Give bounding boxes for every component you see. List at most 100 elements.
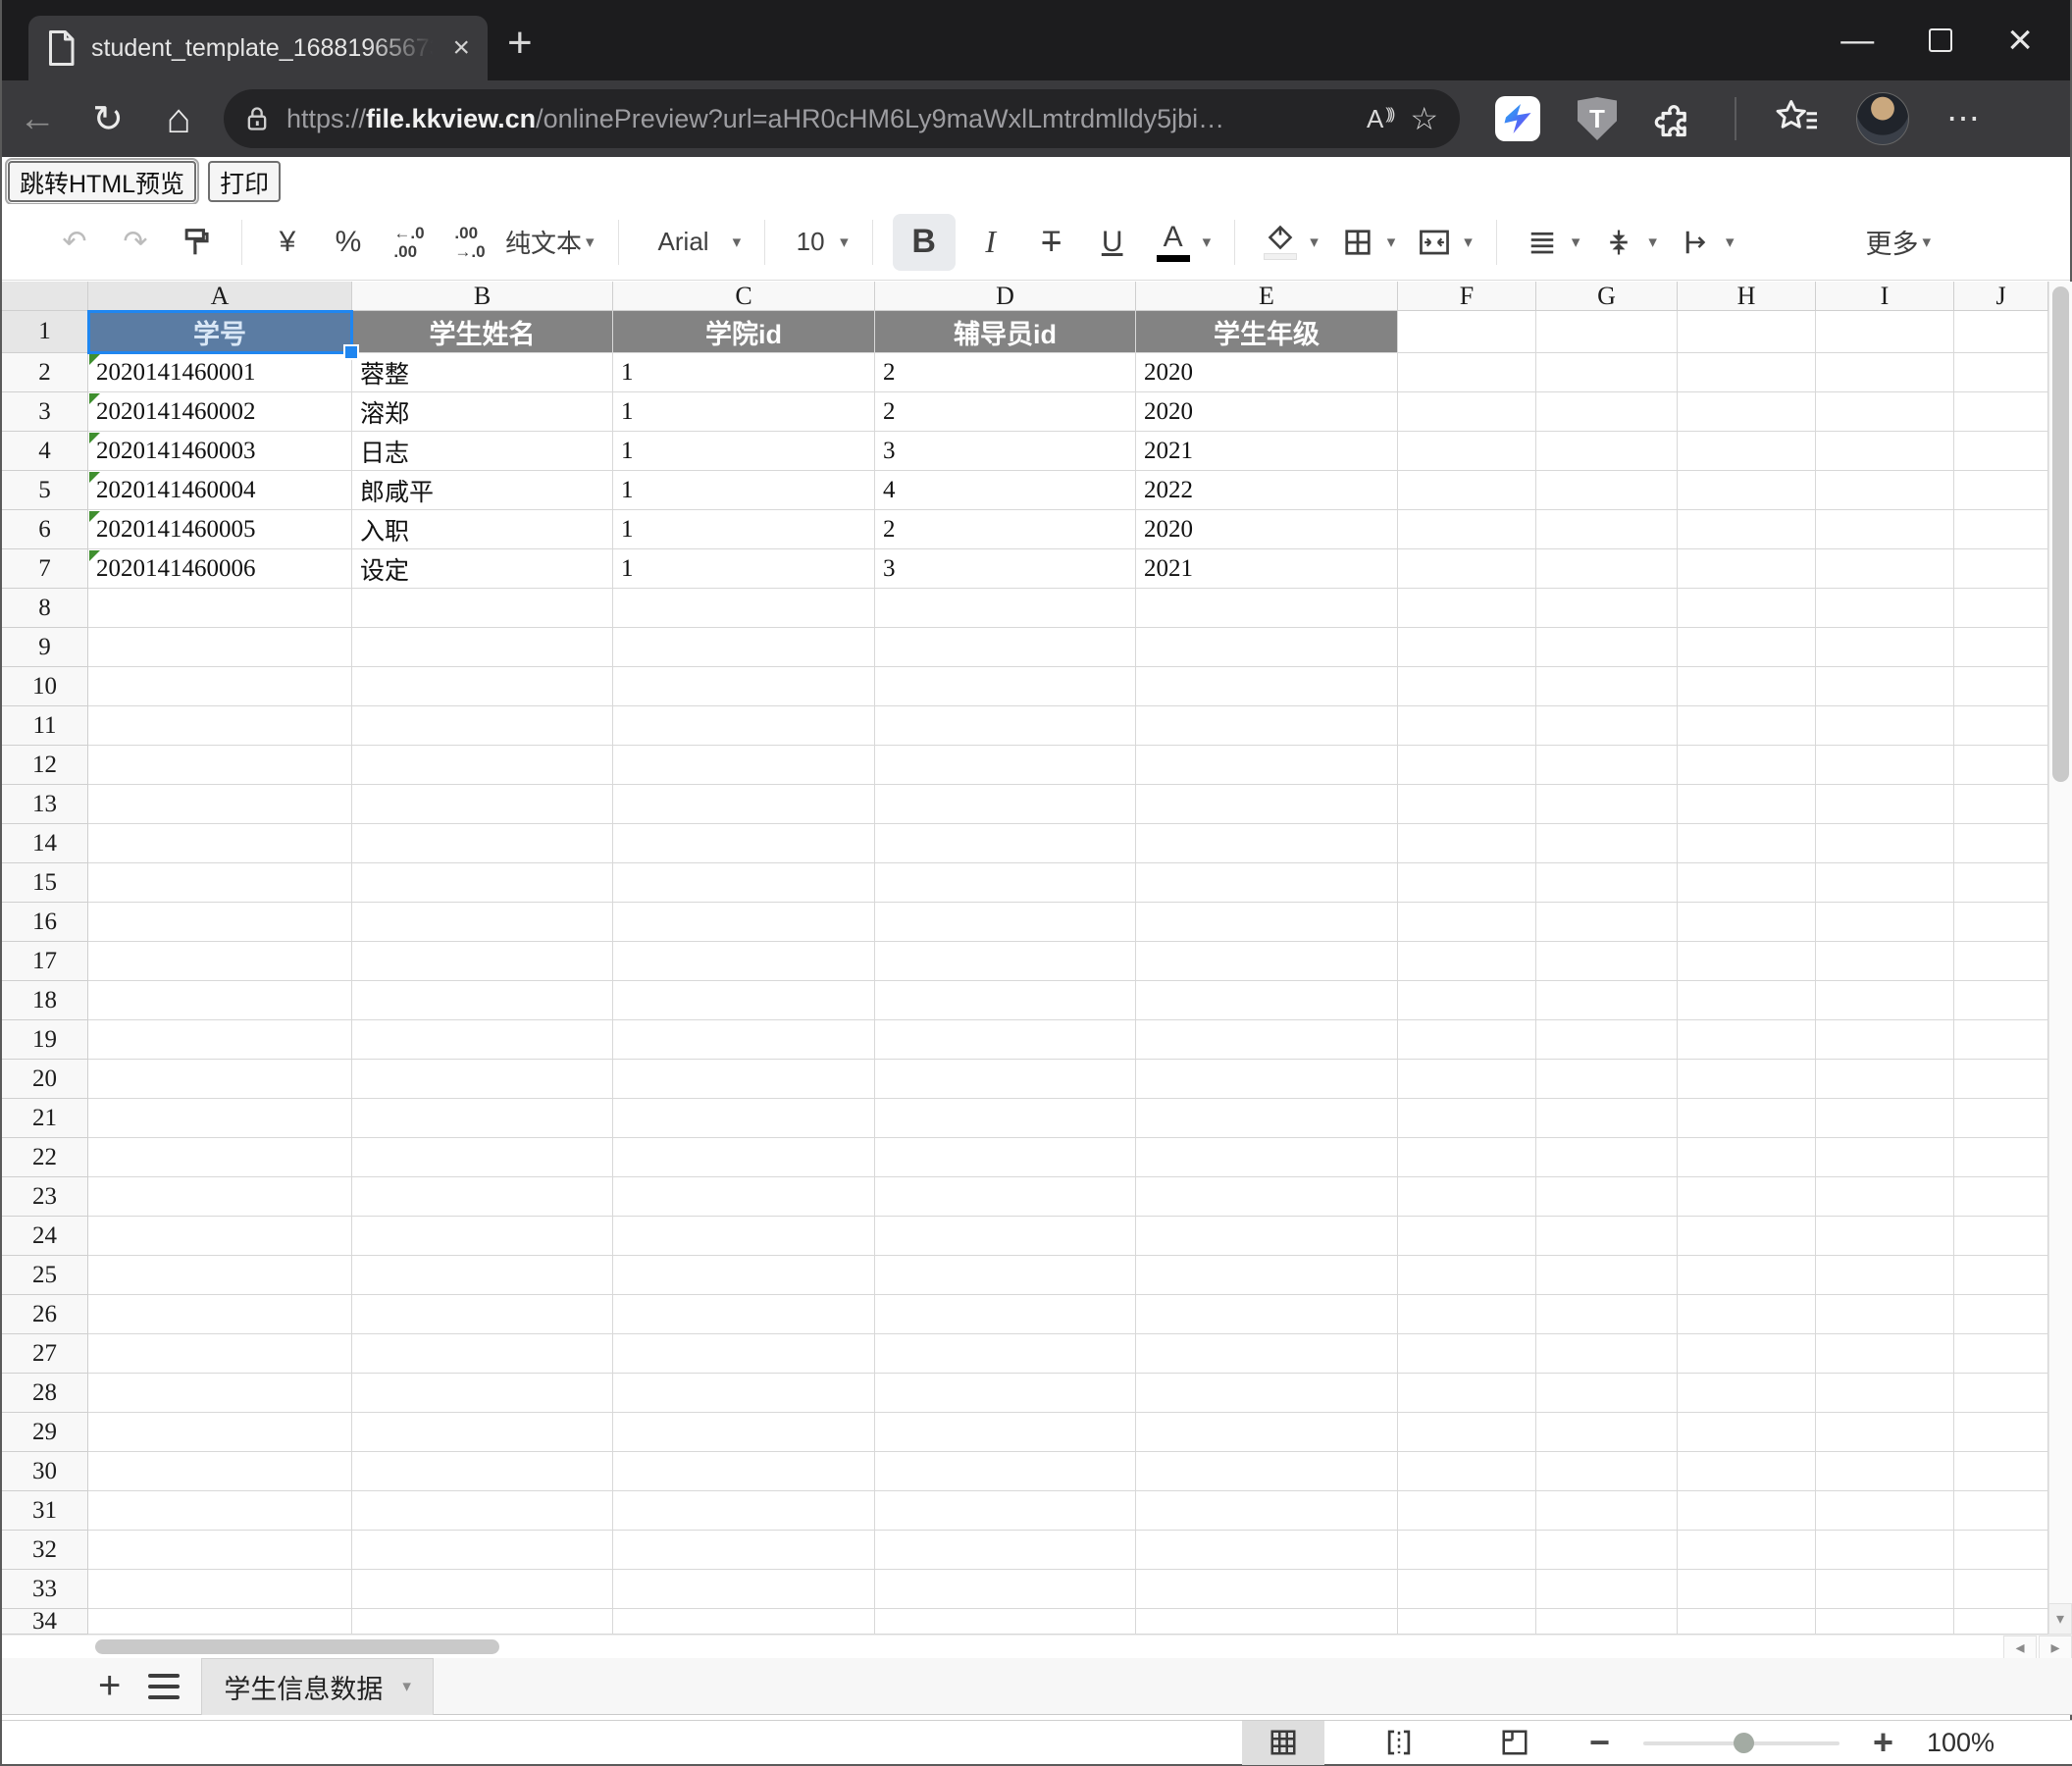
cell[interactable]: [1136, 746, 1398, 785]
cell[interactable]: [1136, 667, 1398, 706]
cell[interactable]: [1678, 1374, 1816, 1413]
scroll-down-button[interactable]: ▾: [2048, 1603, 2072, 1635]
chevron-down-icon[interactable]: ▾: [1648, 233, 1657, 252]
data-cell[interactable]: 2: [875, 353, 1136, 392]
cell[interactable]: [1536, 549, 1678, 589]
cell[interactable]: [1678, 1138, 1816, 1177]
cell[interactable]: [1954, 1138, 2048, 1177]
cell[interactable]: [1398, 1531, 1536, 1570]
data-cell[interactable]: 2020: [1136, 353, 1398, 392]
cell[interactable]: [1536, 1060, 1678, 1099]
row-header[interactable]: 8: [2, 589, 88, 628]
page-break-view-button[interactable]: [1358, 1721, 1440, 1765]
cell[interactable]: [1816, 392, 1954, 432]
url-bar[interactable]: https://file.kkview.cn/onlinePreview?url…: [224, 89, 1460, 148]
cell[interactable]: [1136, 1177, 1398, 1217]
cell[interactable]: [875, 1217, 1136, 1256]
cell[interactable]: [1678, 510, 1816, 549]
cell[interactable]: [1536, 667, 1678, 706]
strikethrough-button[interactable]: T: [1026, 214, 1077, 271]
cell[interactable]: [1816, 1256, 1954, 1295]
cell[interactable]: [613, 863, 875, 903]
cell[interactable]: [1678, 942, 1816, 981]
cell[interactable]: [875, 1570, 1136, 1609]
cell[interactable]: [88, 785, 352, 824]
column-header[interactable]: C: [613, 282, 875, 311]
format-painter-icon[interactable]: [171, 214, 222, 271]
cell[interactable]: [1816, 1609, 1954, 1635]
cell[interactable]: [875, 589, 1136, 628]
cell[interactable]: [1954, 706, 2048, 746]
cell[interactable]: [1398, 1491, 1536, 1531]
cell[interactable]: [1678, 471, 1816, 510]
html-preview-button[interactable]: 跳转HTML预览: [8, 161, 196, 202]
cell[interactable]: [1536, 1374, 1678, 1413]
cell[interactable]: [1816, 353, 1954, 392]
data-cell[interactable]: 2020141460003: [88, 432, 352, 471]
cell[interactable]: [1678, 1413, 1816, 1452]
cell[interactable]: [1678, 785, 1816, 824]
favorite-star-icon[interactable]: ☆: [1410, 100, 1438, 137]
cell[interactable]: [1398, 628, 1536, 667]
cell[interactable]: [88, 1256, 352, 1295]
chevron-down-icon[interactable]: ▾: [402, 1677, 411, 1696]
cell[interactable]: [875, 628, 1136, 667]
cell[interactable]: [88, 1570, 352, 1609]
cell[interactable]: [352, 1256, 613, 1295]
header-cell[interactable]: 学生年级: [1136, 311, 1398, 353]
cell[interactable]: [875, 1413, 1136, 1452]
data-cell[interactable]: 2020141460004: [88, 471, 352, 510]
cell[interactable]: [1136, 1374, 1398, 1413]
text-wrap-button[interactable]: [1671, 214, 1722, 271]
column-header[interactable]: B: [352, 282, 613, 311]
cell[interactable]: [1816, 311, 1954, 353]
cell[interactable]: [1536, 706, 1678, 746]
cell[interactable]: [1678, 628, 1816, 667]
cell[interactable]: [1536, 1334, 1678, 1374]
data-cell[interactable]: 1: [613, 471, 875, 510]
more-button[interactable]: 更多: [1865, 214, 1918, 271]
cell[interactable]: [1954, 510, 2048, 549]
cell[interactable]: [613, 1531, 875, 1570]
cell[interactable]: [1398, 1099, 1536, 1138]
cell[interactable]: [1398, 942, 1536, 981]
cell[interactable]: [613, 1609, 875, 1635]
currency-format-button[interactable]: ¥: [262, 214, 313, 271]
cell[interactable]: [352, 1217, 613, 1256]
row-header[interactable]: 1: [2, 311, 88, 353]
italic-button[interactable]: I: [965, 214, 1016, 271]
data-cell[interactable]: 2: [875, 392, 1136, 432]
cell[interactable]: [1136, 589, 1398, 628]
cell[interactable]: [1816, 471, 1954, 510]
cell[interactable]: [352, 1138, 613, 1177]
cell[interactable]: [1954, 1531, 2048, 1570]
cell[interactable]: [613, 667, 875, 706]
cell[interactable]: [1136, 981, 1398, 1020]
cell[interactable]: [1954, 1256, 2048, 1295]
cell[interactable]: [1536, 628, 1678, 667]
cell[interactable]: [1816, 510, 1954, 549]
cell[interactable]: [613, 942, 875, 981]
cell[interactable]: [875, 1452, 1136, 1491]
sheet-list-icon[interactable]: [148, 1674, 180, 1699]
cell[interactable]: [1536, 1138, 1678, 1177]
cell[interactable]: [1678, 1256, 1816, 1295]
cell[interactable]: [1954, 1491, 2048, 1531]
cell[interactable]: [352, 1177, 613, 1217]
scroll-left-button[interactable]: ◂: [2003, 1636, 2037, 1659]
redo-icon[interactable]: ↷: [110, 214, 161, 271]
read-aloud-icon[interactable]: A))): [1367, 104, 1392, 134]
back-icon[interactable]: ←: [2, 98, 73, 140]
cell[interactable]: [88, 1413, 352, 1452]
cell[interactable]: [1816, 942, 1954, 981]
cell[interactable]: [352, 981, 613, 1020]
column-header[interactable]: A: [88, 282, 352, 311]
cell[interactable]: [1678, 311, 1816, 353]
row-header[interactable]: 17: [2, 942, 88, 981]
cell[interactable]: [1954, 1452, 2048, 1491]
cell[interactable]: [1136, 1413, 1398, 1452]
tab-close-icon[interactable]: ×: [452, 33, 470, 63]
cell[interactable]: [1954, 432, 2048, 471]
cell[interactable]: [1136, 1099, 1398, 1138]
increase-decimal-button[interactable]: .00→.0: [444, 214, 495, 271]
